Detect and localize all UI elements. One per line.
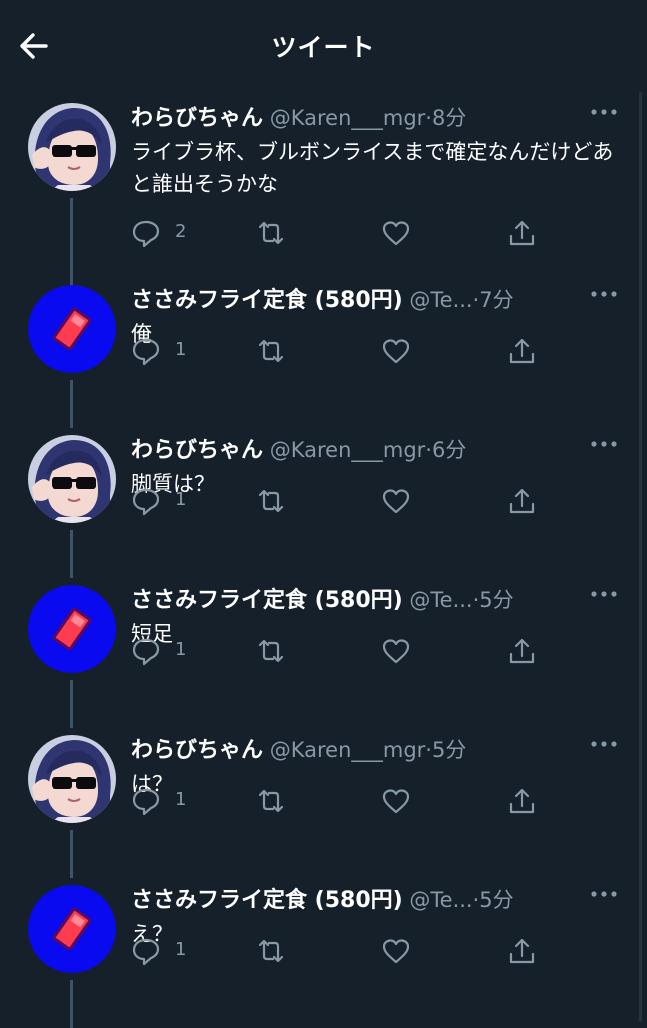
share-button[interactable]: [507, 330, 541, 370]
avatar[interactable]: [28, 735, 116, 823]
tweet-header: ささみフライ定食 (580円) @Te...·7分: [131, 283, 601, 317]
timestamp[interactable]: 5分: [432, 738, 466, 762]
like-button[interactable]: [381, 212, 415, 252]
timestamp[interactable]: 6分: [432, 438, 466, 462]
separator-dot: ·: [425, 438, 432, 462]
tweet-actions: 2: [131, 212, 561, 252]
tweet[interactable]: わらびちゃん @Karen___mgr·8分ライブラ杯、ブルボンライスまで確定な…: [0, 88, 647, 358]
author-name[interactable]: わらびちゃん: [131, 438, 263, 463]
reply-button[interactable]: 1: [131, 330, 201, 370]
author-handle[interactable]: @Karen___mgr: [270, 438, 426, 462]
more-options-icon[interactable]: [588, 284, 620, 304]
tweet-actions: 1: [131, 330, 561, 370]
author-name[interactable]: ささみフライ定食 (580円): [131, 888, 403, 913]
tweet-header: わらびちゃん @Karen___mgr·5分: [131, 733, 601, 767]
avatar[interactable]: [28, 285, 116, 373]
more-options-icon[interactable]: [588, 884, 620, 904]
reply-button[interactable]: 1: [131, 930, 201, 970]
like-button[interactable]: [381, 780, 415, 820]
share-button[interactable]: [507, 780, 541, 820]
author-name[interactable]: ささみフライ定食 (580円): [131, 588, 403, 613]
separator-dot: ·: [425, 738, 432, 762]
reply-count: 1: [175, 789, 187, 810]
retweet-button[interactable]: [255, 630, 289, 670]
more-options-icon[interactable]: [588, 734, 620, 754]
retweet-button[interactable]: [255, 930, 289, 970]
reply-count: 1: [175, 639, 187, 660]
author-handle[interactable]: @Te...: [409, 888, 472, 912]
reply-count: 1: [175, 939, 187, 960]
like-button[interactable]: [381, 330, 415, 370]
top-bar: ツイート: [0, 0, 647, 92]
tweet[interactable]: ささみフライ定食 (580円) @Te...·5分 短足 1: [0, 570, 647, 728]
tweet-actions: 1: [131, 930, 561, 970]
avatar[interactable]: [28, 103, 116, 191]
separator-dot: ·: [425, 106, 432, 130]
share-button[interactable]: [507, 212, 541, 252]
avatar[interactable]: [28, 585, 116, 673]
retweet-button[interactable]: [255, 780, 289, 820]
reply-button[interactable]: 1: [131, 780, 201, 820]
share-button[interactable]: [507, 480, 541, 520]
tweet-actions: 1: [131, 780, 561, 820]
like-button[interactable]: [381, 930, 415, 970]
like-button[interactable]: [381, 480, 415, 520]
author-name[interactable]: わらびちゃん: [131, 738, 263, 763]
tweet-text: ライブラ杯、ブルボンライスまで確定なんだけどあと誰出そうかな: [131, 140, 614, 196]
tweet-header: わらびちゃん @Karen___mgr·6分: [131, 433, 601, 467]
author-name[interactable]: ささみフライ定食 (580円): [131, 288, 403, 313]
tweet[interactable]: わらびちゃん @Karen___mgr·6分 脚質は？ 1: [0, 420, 647, 578]
avatar[interactable]: [28, 435, 116, 523]
timestamp[interactable]: 8分: [432, 106, 466, 130]
tweet-actions: 1: [131, 630, 561, 670]
tweet-header: ささみフライ定食 (580円) @Te...·5分: [131, 583, 601, 617]
reply-button[interactable]: 1: [131, 480, 201, 520]
author-handle[interactable]: @Te...: [409, 588, 472, 612]
tweet-header: わらびちゃん @Karen___mgr·8分: [131, 101, 601, 135]
author-handle[interactable]: @Te...: [409, 288, 472, 312]
tweet[interactable]: ささみフライ定食 (580円) @Te...·5分 え？ 1: [0, 870, 647, 1028]
more-options-icon[interactable]: [588, 434, 620, 454]
reply-button[interactable]: 1: [131, 630, 201, 670]
author-handle[interactable]: @Karen___mgr: [270, 106, 426, 130]
tweet-header: ささみフライ定食 (580円) @Te...·5分: [131, 883, 601, 917]
thread-connector-line: [70, 980, 73, 1028]
author-handle[interactable]: @Karen___mgr: [270, 738, 426, 762]
timestamp[interactable]: 5分: [479, 888, 513, 912]
avatar[interactable]: [28, 885, 116, 973]
tweet-actions: 1: [131, 480, 561, 520]
share-button[interactable]: [507, 930, 541, 970]
tweet[interactable]: わらびちゃん @Karen___mgr·5分 は？ 1: [0, 720, 647, 878]
more-options-icon[interactable]: [588, 102, 620, 122]
reply-count: 2: [175, 221, 187, 242]
timestamp[interactable]: 5分: [479, 588, 513, 612]
share-button[interactable]: [507, 630, 541, 670]
reply-count: 1: [175, 339, 187, 360]
tweet[interactable]: ささみフライ定食 (580円) @Te...·7分俺 1: [0, 270, 647, 428]
retweet-button[interactable]: [255, 212, 289, 252]
retweet-button[interactable]: [255, 330, 289, 370]
page-title: ツイート: [271, 33, 376, 62]
reply-count: 1: [175, 489, 187, 510]
more-options-icon[interactable]: [588, 584, 620, 604]
like-button[interactable]: [381, 630, 415, 670]
timestamp[interactable]: 7分: [479, 288, 513, 312]
retweet-button[interactable]: [255, 480, 289, 520]
reply-button[interactable]: 2: [131, 212, 201, 252]
author-name[interactable]: わらびちゃん: [131, 106, 263, 131]
